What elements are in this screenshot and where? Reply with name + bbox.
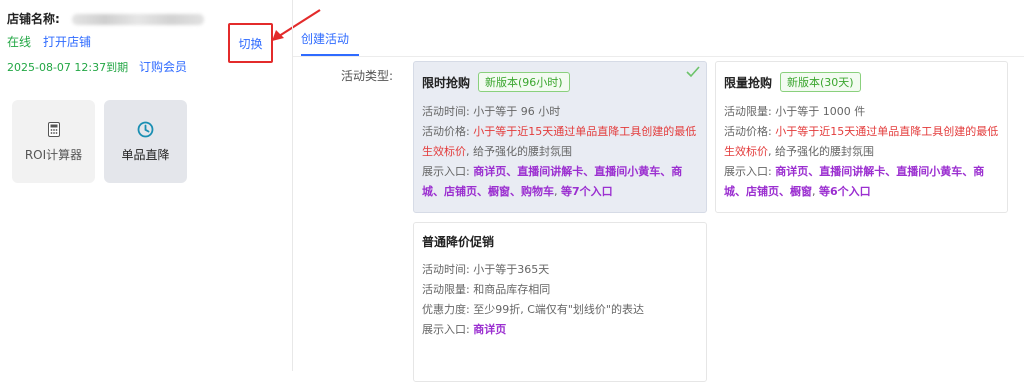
- entry-list: 商详页: [473, 323, 507, 336]
- price-suffix: , 给予强化的腰封氛围: [466, 145, 572, 158]
- calculator-icon: [47, 120, 60, 138]
- store-status: 在线: [7, 35, 32, 49]
- check-icon: [686, 66, 700, 78]
- version-badge: 新版本(30天): [780, 72, 861, 92]
- card-title: 普通降价促销: [422, 235, 495, 249]
- card-row-discount: 优惠力度: 至少99折, C端仅有"划线价"的表达: [422, 303, 644, 316]
- card-title: 限时抢购: [422, 75, 471, 90]
- entry-prefix: 展示入口:: [422, 323, 474, 336]
- expire-date: 2025-08-07 12:37到期: [7, 61, 129, 74]
- entry-prefix: 展示入口:: [422, 165, 474, 178]
- store-name-row: 店铺名称:: [7, 10, 204, 27]
- activity-card-regular-discount[interactable]: 普通降价促销 活动时间: 小于等于365天 活动限量: 和商品库存相同 优惠力度…: [413, 222, 707, 382]
- subscribe-link[interactable]: 订购会员: [139, 58, 187, 75]
- card-row-limit: 活动限量: 小于等于 1000 件: [724, 105, 866, 118]
- card-row-time: 活动时间: 小于等于 96 小时: [422, 105, 561, 118]
- switch-button[interactable]: 切换: [228, 23, 273, 63]
- card-title: 限量抢购: [724, 75, 773, 90]
- tool-label: ROI计算器: [24, 148, 83, 162]
- clock-icon: [137, 120, 154, 138]
- entry-count: 等6个入口: [819, 185, 871, 198]
- card-row-time: 活动时间: 小于等于365天: [422, 263, 550, 276]
- card-row-price: 活动价格: 小于等于近15天通过单品直降工具创建的最低生效标价, 给予强化的腰封…: [724, 122, 999, 162]
- store-name-blurred: [72, 14, 204, 25]
- tool-direct-price-drop[interactable]: 单品直降: [104, 100, 187, 183]
- activity-type-label: 活动类型:: [341, 69, 394, 83]
- switch-label: 切换: [238, 36, 263, 51]
- card-row-entry: 展示入口: 商详页: [422, 320, 698, 340]
- activity-card-flash-sale[interactable]: 限时抢购 新版本(96小时) 活动时间: 小于等于 96 小时 活动价格: 小于…: [413, 61, 707, 213]
- card-row-limit: 活动限量: 和商品库存相同: [422, 283, 551, 296]
- card-row-entry: 展示入口: 商详页、直播间讲解卡、直播间小黄车、商城、店铺页、橱窗、购物车, 等…: [422, 162, 698, 202]
- open-store-link[interactable]: 打开店铺: [43, 33, 91, 50]
- tool-roi-calculator[interactable]: ROI计算器: [12, 100, 95, 183]
- activity-card-limited-quantity[interactable]: 限量抢购 新版本(30天) 活动限量: 小于等于 1000 件 活动价格: 小于…: [715, 61, 1008, 213]
- store-name-label: 店铺名称:: [7, 12, 60, 26]
- entry-prefix: 展示入口:: [724, 165, 776, 178]
- tool-label: 单品直降: [121, 148, 170, 162]
- price-prefix: 活动价格:: [724, 125, 776, 138]
- card-row-entry: 展示入口: 商详页、直播间讲解卡、直播间小黄车、商城、店铺页、橱窗, 等6个入口: [724, 162, 999, 202]
- entry-sep: ,: [812, 185, 819, 198]
- card-row-price: 活动价格: 小于等于近15天通过单品直降工具创建的最低生效标价, 给予强化的腰封…: [422, 122, 698, 162]
- price-prefix: 活动价格:: [422, 125, 474, 138]
- tab-divider: [293, 56, 1024, 57]
- sidebar: 店铺名称: 在线 打开店铺 2025-08-07 12:37到期 订购会员 切换…: [0, 0, 321, 371]
- version-badge: 新版本(96小时): [478, 72, 570, 92]
- entry-sep: ,: [554, 185, 561, 198]
- entry-count: 等7个入口: [561, 185, 613, 198]
- price-suffix: , 给予强化的腰封氛围: [768, 145, 874, 158]
- tab-create-activity[interactable]: 创建活动: [301, 30, 349, 47]
